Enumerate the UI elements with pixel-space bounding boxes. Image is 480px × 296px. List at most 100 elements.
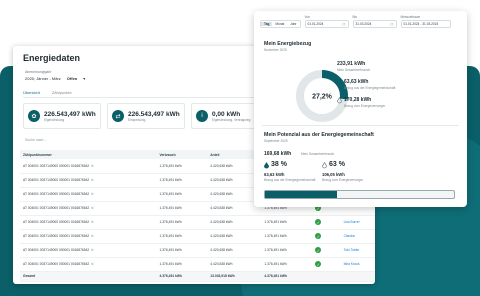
- community-label: Bezug aus der Energiegemeinschaft: [344, 86, 396, 90]
- drop-icon: [264, 162, 269, 169]
- status-cell: ✓: [312, 243, 341, 258]
- potenzial-total-label: Mein Gesamtverbrauch: [301, 152, 335, 156]
- table-row[interactable]: AT 004001 0037149000 000001 0016876542 ⧉ 1…: [20, 229, 375, 244]
- period-filter-extra: Offen: [66, 76, 78, 81]
- leaf-icon: ✿: [28, 110, 40, 122]
- potenzial-supplier-percent: 63 %: [329, 161, 345, 168]
- drop-outline-icon: [322, 162, 327, 169]
- potenzial-community-value: 63,63 kWh: [264, 172, 285, 177]
- member-link[interactable]: Tobi Tobler: [340, 243, 375, 258]
- member-link[interactable]: Lisa Burrer: [340, 215, 375, 230]
- copy-icon[interactable]: ⧉: [91, 248, 93, 252]
- date-to-label: Bis: [352, 15, 357, 19]
- meter-id-cell: AT 004001 0037149000 000001 0016876542 ⧉: [20, 173, 157, 188]
- eigendeckung-cell: 1.376,491 kWh: [261, 215, 313, 230]
- copy-icon[interactable]: ⧉: [91, 220, 93, 224]
- potenzial-community-percent: 38 %: [271, 161, 287, 168]
- period-value: 01.01.2024 - 31.03.2024: [403, 22, 439, 26]
- potenzial-progress-bar: [264, 190, 455, 199]
- verbrauch-cell: 1.376,491 kWh: [156, 229, 208, 244]
- date-to-value: 31.03.2024: [355, 22, 372, 26]
- kpi-card: ⇄ 226.543,497 kWh Einspeisung: [107, 103, 185, 129]
- consumption-donut: 27,2%: [296, 70, 348, 122]
- copy-icon[interactable]: ⧉: [91, 234, 93, 238]
- section-divider: [262, 125, 459, 126]
- total-eigendeckung: 4.376,491 kWh: [261, 270, 313, 282]
- copy-icon[interactable]: ⧉: [91, 262, 93, 266]
- anteil-cell: 4.420,638 kWh: [207, 243, 262, 258]
- column-header[interactable]: Verbrauch: [156, 150, 208, 159]
- page-title: Energiedaten: [23, 53, 81, 63]
- copy-icon[interactable]: ⧉: [91, 206, 93, 210]
- total-anteil: 13.033,918 kWh: [207, 270, 262, 282]
- verbrauch-cell: 1.376,491 kWh: [156, 159, 208, 174]
- granularity-toggle: Tag Monat Jahr: [260, 20, 301, 28]
- check-icon: ✓: [315, 247, 322, 253]
- status-cell: ✓: [312, 215, 341, 230]
- date-toolbar: Tag Monat Jahr Von 01.01.2024 ▢ Bis 31.03…: [260, 15, 461, 28]
- drop-outline-icon: [337, 97, 342, 104]
- copy-icon[interactable]: ⧉: [91, 192, 93, 196]
- donut-percent: 27,2%: [312, 94, 333, 101]
- eigendeckung-cell: 1.376,491 kWh: [261, 257, 313, 272]
- search-input[interactable]: Suche nach ...: [25, 138, 47, 142]
- period-filter[interactable]: 2025; Jänner - März Offen ▾: [25, 76, 85, 81]
- kpi-value: 226.543,497 kWh: [128, 110, 180, 118]
- swap-icon: ⇄: [112, 110, 124, 122]
- status-cell: ✓: [312, 257, 341, 272]
- granularity-option[interactable]: Monat: [272, 22, 287, 26]
- granularity-option[interactable]: Tag: [261, 22, 273, 26]
- check-icon: ✓: [315, 233, 322, 239]
- eigendeckung-cell: 1.376,491 kWh: [261, 229, 313, 244]
- meter-id-cell: AT 004001 0037149000 000001 0016876542 ⧉: [20, 215, 157, 230]
- kpi-card: ✿ 226.543,497 kWh Eigendeckung: [23, 103, 101, 129]
- total-consumption: 233,91 kWh: [337, 61, 366, 67]
- meter-id-cell: AT 004001 0037149000 000001 0016876542 ⧉: [20, 201, 157, 216]
- table-row[interactable]: AT 004001 0037149000 000001 0016876542 ⧉ 1…: [20, 243, 375, 258]
- potenzial-total: 169,68 kWh: [264, 151, 292, 157]
- verbrauch-cell: 1.376,491 kWh: [156, 257, 208, 272]
- potenzial-subtitle: September 2025: [264, 139, 288, 143]
- bezug-title: Mein Energiebezug: [264, 41, 312, 47]
- potenzial-title: Mein Potenzial aus der Energiegemeinscha…: [264, 132, 374, 138]
- bezug-subtitle: November 2025: [264, 48, 287, 52]
- date-from-field[interactable]: Von 01.01.2024 ▢: [304, 15, 349, 28]
- date-to-field[interactable]: Bis 31.03.2024 ▢: [352, 15, 397, 28]
- verbrauch-cell: 1.376,491 kWh: [156, 173, 208, 188]
- anteil-cell: 4.420,638 kWh: [207, 257, 262, 272]
- period-label: Messzeitraum: [400, 15, 421, 19]
- date-from-value: 01.01.2024: [307, 22, 324, 26]
- anteil-cell: 4.420,638 kWh: [207, 229, 262, 244]
- supplier-value: 170,28 kWh: [344, 97, 372, 103]
- table-row[interactable]: AT 004001 0037149000 000001 0016876542 ⧉ 1…: [20, 257, 375, 272]
- meter-id-cell: AT 004001 0037149000 000001 0016876542 ⧉: [20, 187, 157, 202]
- period-field[interactable]: Messzeitraum 01.01.2024 - 31.03.2024: [400, 15, 451, 28]
- granularity-option[interactable]: Jahr: [287, 22, 299, 26]
- check-icon: ✓: [315, 261, 322, 267]
- kpi-value: 0,00 kWh: [212, 110, 241, 118]
- verbrauch-cell: 1.376,491 kWh: [156, 215, 208, 230]
- check-icon: ✓: [315, 219, 322, 225]
- info-icon: i: [196, 110, 208, 122]
- kpi-label: Eigendeckung, Vertragsreg: [212, 117, 251, 122]
- column-header[interactable]: Zählpunktnummer: [20, 150, 157, 159]
- kpi-value: 226.543,497 kWh: [44, 110, 96, 118]
- copy-icon[interactable]: ⧉: [91, 178, 93, 182]
- total-label: Gesamt: [20, 270, 157, 282]
- copy-icon[interactable]: ⧉: [91, 164, 93, 168]
- table-total-row: Gesamt 4.376,491 kWh 13.033,918 kWh 4.37…: [20, 270, 375, 282]
- status-cell: ✓: [312, 229, 341, 244]
- calendar-icon: ▢: [342, 22, 346, 26]
- meter-id-cell: AT 004001 0037149000 000001 0016876542 ⧉: [20, 229, 157, 244]
- progress-bar-fill: [265, 191, 337, 198]
- screenshot-stage: Energiedaten Abrechnungsjahr 2025; Jänne…: [0, 0, 480, 296]
- table-row[interactable]: AT 004001 0037149000 000001 0016876542 ⧉ 1…: [20, 215, 375, 230]
- calendar-icon: ▢: [390, 22, 394, 26]
- member-link[interactable]: Claudia: [340, 229, 375, 244]
- chevron-down-icon: ▾: [83, 76, 86, 81]
- kpi-row: ✿ 226.543,497 kWh Eigendeckung ⇄ 226.543…: [23, 103, 269, 129]
- kpi-label: Einspeisung: [128, 117, 146, 122]
- total-verbrauch: 4.376,491 kWh: [156, 270, 208, 282]
- member-link[interactable]: Mira Kraus: [340, 257, 375, 272]
- meter-id-cell: AT 004001 0037149000 000001 0016876542 ⧉: [20, 257, 157, 272]
